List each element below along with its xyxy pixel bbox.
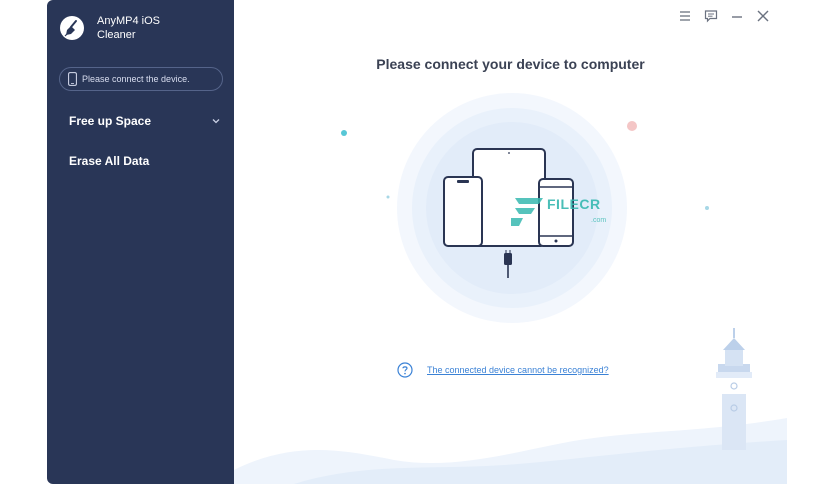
broom-logo-icon bbox=[60, 16, 84, 40]
sidebar-item-free-up-space[interactable]: Free up Space bbox=[69, 111, 229, 131]
app-name: AnyMP4 iOS Cleaner bbox=[97, 15, 160, 41]
minimize-button[interactable] bbox=[729, 8, 745, 24]
brand: AnyMP4 iOS Cleaner bbox=[59, 14, 187, 42]
menu-icon bbox=[680, 11, 690, 21]
help-row: The connected device cannot be recognize… bbox=[397, 362, 609, 378]
sidebar: AnyMP4 iOS Cleaner Please connect the de… bbox=[47, 0, 234, 484]
page-title: Please connect your device to computer bbox=[376, 56, 645, 72]
question-circle-icon[interactable] bbox=[397, 362, 413, 378]
menu-button[interactable] bbox=[677, 8, 693, 24]
watermark-logo-icon bbox=[511, 198, 543, 226]
window-controls bbox=[677, 8, 771, 24]
screen: AnyMP4 iOS Cleaner Please connect the de… bbox=[0, 0, 836, 484]
device-status-pill[interactable]: Please connect the device. bbox=[59, 67, 223, 91]
sparkle-dot-icon bbox=[627, 121, 637, 131]
minimize-icon bbox=[732, 16, 742, 18]
watermark: FILECR .com bbox=[509, 196, 606, 228]
sparkle-dot-icon bbox=[705, 206, 709, 210]
left-phone-icon bbox=[443, 176, 483, 247]
sidebar-item-label: Erase All Data bbox=[69, 154, 150, 168]
feedback-icon bbox=[704, 10, 718, 23]
background-waves-art bbox=[234, 328, 787, 484]
sparkle-dot-icon bbox=[386, 195, 390, 199]
sparkle-dot-icon bbox=[341, 130, 347, 136]
close-icon bbox=[757, 10, 769, 22]
device-status-text: Please connect the device. bbox=[82, 74, 190, 84]
feedback-button[interactable] bbox=[703, 8, 719, 24]
close-button[interactable] bbox=[755, 8, 771, 24]
watermark-text: FILECR bbox=[547, 196, 601, 212]
sidebar-item-label: Free up Space bbox=[69, 114, 152, 128]
app-window: AnyMP4 iOS Cleaner Please connect the de… bbox=[47, 0, 787, 484]
phone-icon bbox=[68, 72, 77, 86]
device-not-recognized-link[interactable]: The connected device cannot be recognize… bbox=[427, 365, 609, 375]
chevron-down-icon bbox=[212, 119, 220, 124]
sidebar-item-erase-all-data[interactable]: Erase All Data bbox=[69, 151, 229, 171]
watermark-subtext: .com bbox=[591, 217, 607, 224]
